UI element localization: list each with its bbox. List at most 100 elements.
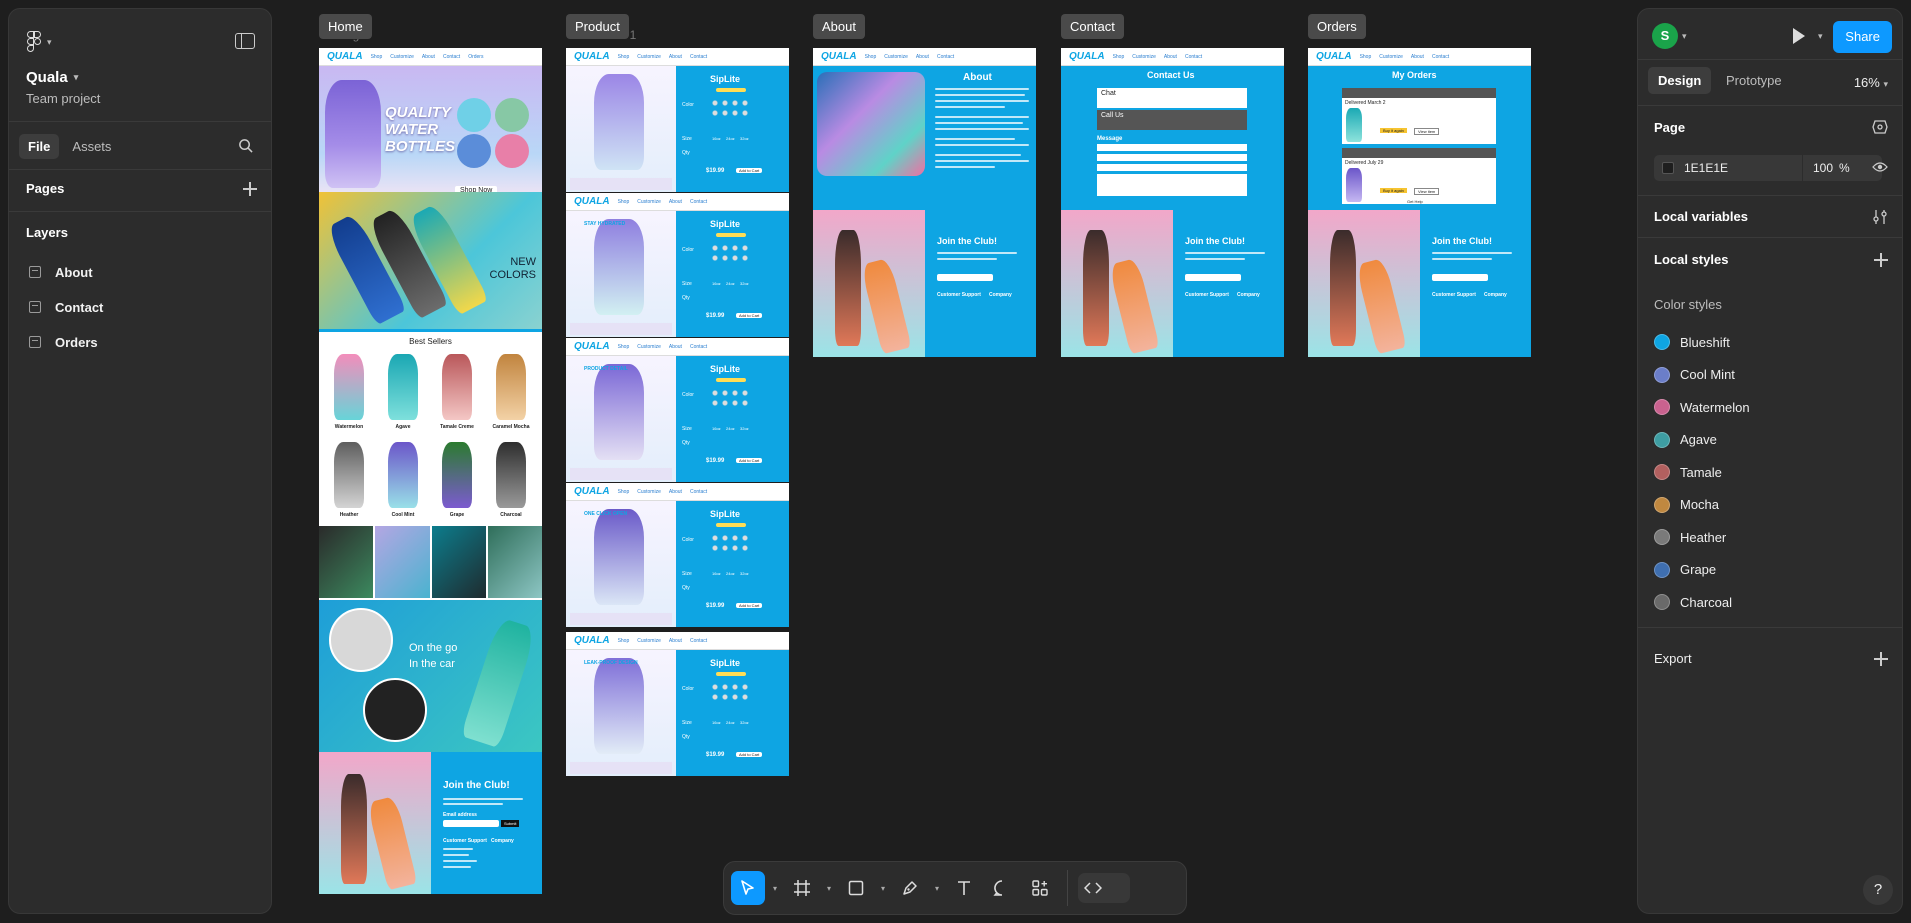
hero-bottle-circles: [457, 98, 537, 170]
product-gallery: [566, 356, 676, 482]
buy-again-button: Buy it again: [1380, 128, 1407, 133]
pen-tool[interactable]: [893, 871, 927, 905]
chevron-down-icon[interactable]: ▾: [877, 884, 889, 893]
color-style-item[interactable]: Agave: [1654, 429, 1717, 451]
club-title: Join the Club!: [937, 236, 997, 246]
nav-link: Shop: [617, 488, 630, 495]
nav-link: Shop: [617, 198, 630, 205]
color-style-item[interactable]: Heather: [1654, 526, 1726, 548]
view-item-button: View item: [1414, 188, 1440, 195]
nav-link: About: [668, 53, 682, 60]
move-tool[interactable]: [731, 871, 765, 905]
frame-tool[interactable]: [785, 871, 819, 905]
tab-assets[interactable]: Assets: [63, 134, 120, 159]
nav-link: About: [668, 343, 682, 350]
field-label: Qty: [682, 585, 690, 591]
product-card: Caramel Mocha: [487, 354, 535, 438]
play-icon[interactable]: [1793, 28, 1805, 44]
frame-orders[interactable]: QUALA Shop Customize About Contact My Orders…: [1308, 48, 1531, 357]
flavor-name: Cool Mint: [391, 512, 415, 518]
search-icon[interactable]: [238, 138, 253, 153]
chevron-down-icon[interactable]: ▾: [769, 884, 781, 893]
field-label: Size: [682, 136, 692, 142]
site-nav: QUALA Shop Customize About Contact: [1308, 48, 1531, 66]
variables-icon[interactable]: [1872, 209, 1888, 225]
color-style-item[interactable]: Cool Mint: [1654, 364, 1735, 386]
frame-hash-icon: [794, 880, 810, 896]
nav-link: Customize: [1379, 53, 1403, 60]
frame-label-home[interactable]: Home: [319, 14, 372, 39]
color-style-item[interactable]: Tamale: [1654, 461, 1722, 483]
add-to-cart-button: Add to Cart: [736, 752, 763, 757]
bottle-image: [334, 442, 364, 508]
color-swatch: [1654, 464, 1670, 480]
chevron-down-icon: ▾: [73, 72, 79, 82]
chevron-down-icon: ▾: [1883, 79, 1888, 89]
dev-mode-toggle[interactable]: [1078, 873, 1130, 903]
project-name[interactable]: Team project: [26, 91, 100, 106]
eye-icon[interactable]: [1872, 161, 1888, 173]
help-button[interactable]: ?: [1863, 875, 1893, 905]
add-page-icon[interactable]: [243, 182, 257, 196]
product-details: SipLite Color Size Qty 16oz 24oz 32oz $19.99 Add…: [676, 356, 789, 482]
orders-title: My Orders: [1392, 70, 1437, 80]
avatar[interactable]: S: [1652, 23, 1678, 49]
buy-again-button: Buy it again: [1380, 188, 1407, 193]
layer-item-orders[interactable]: Orders: [29, 331, 98, 353]
layer-item-about[interactable]: About: [29, 261, 93, 283]
add-export-icon[interactable]: [1874, 652, 1888, 666]
frame-product[interactable]: QUALA Shop Customize About Contact SipLite Col…: [566, 48, 789, 776]
product-image: [594, 74, 644, 170]
frame-about[interactable]: QUALA Shop Customize About Contact About Joi…: [813, 48, 1036, 357]
chevron-down-icon[interactable]: ▾: [931, 884, 943, 893]
flavor-name: Tamale Creme: [440, 424, 474, 430]
frame-home[interactable]: QUALA Shop Customize About Contact Order…: [319, 48, 542, 894]
product-variant: QUALA Shop Customize About Contact SipLite Col…: [566, 483, 789, 627]
tab-prototype[interactable]: Prototype: [1716, 67, 1792, 94]
chevron-down-icon[interactable]: ▾: [1818, 31, 1823, 42]
color-style-item[interactable]: Blueshift: [1654, 331, 1730, 353]
file-name-button[interactable]: Quala ▾: [26, 69, 78, 86]
tab-design[interactable]: Design: [1648, 67, 1712, 94]
bottle-image: [442, 354, 472, 420]
color-swatch[interactable]: [1662, 162, 1674, 174]
color-style-item[interactable]: Watermelon: [1654, 396, 1750, 418]
page-options-icon[interactable]: [1872, 120, 1888, 134]
text-tool[interactable]: [947, 871, 981, 905]
frame-contact[interactable]: QUALA Shop Customize About Contact Contact U…: [1061, 48, 1284, 357]
rating-stars: [716, 233, 746, 237]
frame-label-contact[interactable]: Contact: [1061, 14, 1124, 39]
pages-title: Pages: [26, 181, 65, 196]
color-style-item[interactable]: Charcoal: [1654, 591, 1732, 613]
order-delivered-date: Delivered March 2: [1345, 100, 1386, 106]
share-button[interactable]: Share: [1833, 21, 1892, 53]
size-option: 24oz: [726, 136, 735, 141]
chevron-down-icon[interactable]: ▾: [823, 884, 835, 893]
local-variables-title[interactable]: Local variables: [1654, 209, 1748, 224]
shape-tool[interactable]: [839, 871, 873, 905]
order-delivered-date: Delivered July 29: [1345, 160, 1384, 166]
sidebar-toggle-icon[interactable]: [235, 33, 255, 49]
comment-tool[interactable]: [985, 871, 1019, 905]
zoom-dropdown[interactable]: 16% ▾: [1854, 75, 1888, 90]
chevron-down-icon[interactable]: ▾: [1682, 31, 1687, 42]
page-fill-input[interactable]: 1E1E1E 100 %: [1654, 155, 1882, 181]
club-image: [813, 210, 925, 357]
club-image: [1061, 210, 1173, 357]
size-option: 16oz: [712, 136, 721, 141]
color-style-item[interactable]: Mocha: [1654, 494, 1719, 516]
frame-label-about[interactable]: About: [813, 14, 865, 39]
field-label: Size: [682, 571, 692, 577]
toolbar-divider: [1067, 870, 1068, 906]
layer-item-contact[interactable]: Contact: [29, 296, 103, 318]
layer-label: About: [55, 264, 93, 280]
color-style-item[interactable]: Grape: [1654, 559, 1716, 581]
actions-tool[interactable]: [1023, 871, 1057, 905]
frame-label-orders[interactable]: Orders: [1308, 14, 1366, 39]
color-style-label: Mocha: [1680, 497, 1720, 512]
add-style-icon[interactable]: [1874, 253, 1888, 267]
color-style-label: Blueshift: [1680, 334, 1730, 350]
tab-file[interactable]: File: [19, 133, 60, 159]
main-menu-button[interactable]: ▾: [27, 31, 52, 53]
frame-label-product[interactable]: Product: [566, 14, 629, 39]
